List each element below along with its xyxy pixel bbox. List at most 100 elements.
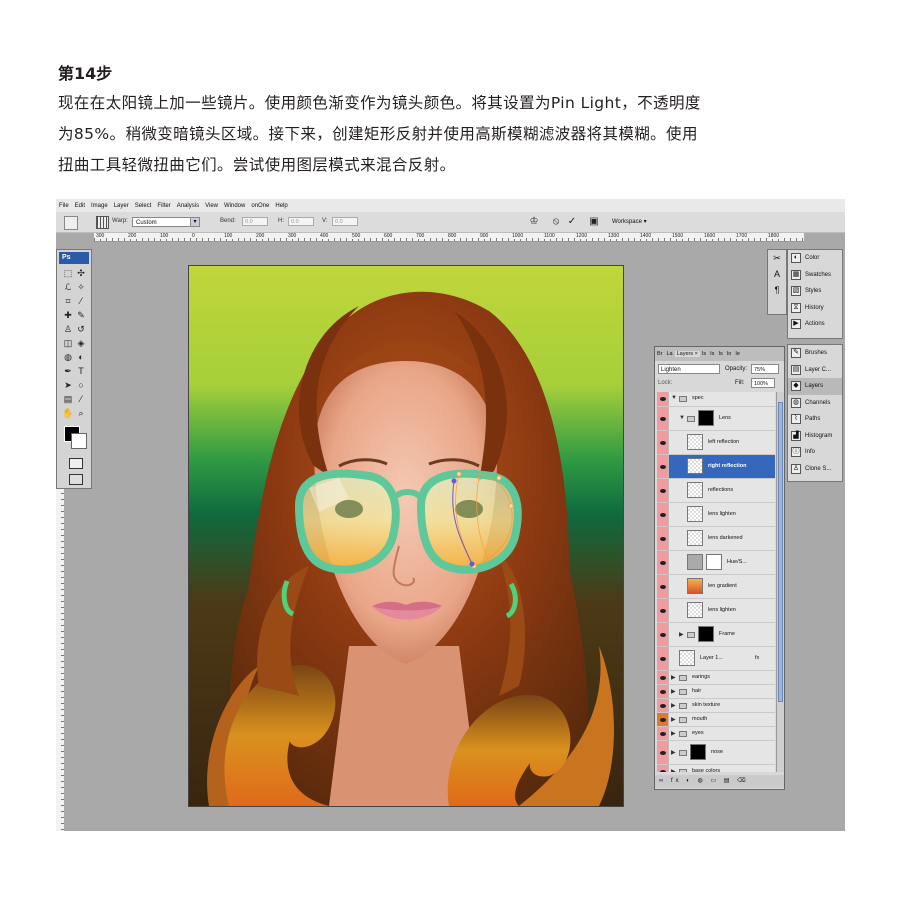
layer-mask-thumbnail[interactable] (698, 626, 714, 642)
hand-icon[interactable]: ✋ (62, 408, 74, 419)
layer-mask-thumbnail[interactable] (706, 554, 722, 570)
type-icon[interactable]: T (75, 366, 87, 377)
crop-icon[interactable]: ⌗ (62, 296, 74, 307)
eye-icon[interactable] (657, 647, 669, 670)
healing-brush-icon[interactable]: ✚ (62, 310, 74, 321)
expand-right-icon[interactable]: ▶ (671, 688, 676, 695)
rect-marquee-icon[interactable]: ⬚ (62, 268, 74, 279)
layer-row[interactable]: ▶ nose (657, 741, 775, 765)
layer-thumbnail[interactable] (687, 434, 703, 450)
eyedropper2-icon[interactable]: ⁄ (75, 394, 87, 405)
layers-scrollbar[interactable] (776, 392, 784, 772)
layer-thumbnail[interactable] (679, 650, 695, 666)
panel-brushes[interactable]: ✎ Brushes (788, 345, 842, 362)
panel-info[interactable]: ⓘ Info (788, 444, 842, 461)
eye-icon[interactable] (657, 551, 669, 574)
character-icon[interactable]: A (768, 266, 786, 282)
expand-right-icon[interactable]: ▶ (671, 768, 676, 773)
layer-thumbnail[interactable] (687, 482, 703, 498)
expand-right-icon[interactable]: ▶ (671, 674, 676, 681)
layer-row[interactable]: ▼ spec (657, 392, 775, 407)
expand-right-icon[interactable]: ▶ (671, 749, 676, 756)
background-color-swatch[interactable] (71, 433, 87, 449)
layers-panel-footer[interactable]: ∞ fx ◐ ◍ ▭ ▤ ⌫ (655, 775, 784, 788)
layer-thumbnail[interactable] (687, 578, 703, 594)
warp-style-select[interactable]: Custom (132, 217, 198, 227)
eye-icon[interactable] (657, 392, 669, 406)
layer-thumbnail[interactable] (687, 602, 703, 618)
layer-row[interactable]: reflections (657, 479, 775, 503)
layer-mask-thumbnail[interactable] (698, 410, 714, 426)
expand-down-icon[interactable]: ▼ (679, 415, 685, 421)
eye-icon[interactable] (657, 727, 669, 740)
layer-row[interactable]: Layer 1... fx (657, 647, 775, 671)
bend-field[interactable]: 0.0 (242, 217, 268, 226)
layer-row[interactable]: ▶ base colors (657, 765, 775, 772)
layer-row[interactable]: lens lighten (657, 599, 775, 623)
layer-thumbnail[interactable] (687, 506, 703, 522)
layer-mask-thumbnail[interactable] (690, 744, 706, 760)
layer-row[interactable]: ▶ mouth (657, 713, 775, 727)
bridge-icon[interactable]: ▣ (588, 216, 600, 228)
layer-row[interactable]: ▶ earings (657, 671, 775, 685)
expand-down-icon[interactable]: ▼ (671, 395, 677, 401)
panel-layer-c[interactable]: ▤ Layer C... (788, 362, 842, 379)
shape-icon[interactable]: ○ (75, 380, 87, 391)
quick-mask-icon[interactable] (69, 458, 83, 469)
layer-row[interactable]: Hue/S... (657, 551, 775, 575)
panel-styles[interactable]: ▧ Styles (788, 283, 842, 300)
eye-icon[interactable] (657, 741, 669, 764)
panel-actions[interactable]: ▶ Actions (788, 316, 842, 333)
pen-icon[interactable]: ✒ (62, 366, 74, 377)
panel-tab[interactable]: Is (700, 351, 708, 357)
panel-channels[interactable]: ◍ Channels (788, 395, 842, 412)
expand-right-icon[interactable]: ▶ (679, 631, 684, 638)
document-canvas[interactable] (188, 265, 624, 807)
panel-clone-s[interactable]: ♙ Clone S... (788, 461, 842, 478)
warp-grid-icon[interactable] (96, 216, 109, 229)
magic-wand-icon[interactable]: ✧ (75, 282, 87, 293)
eye-icon[interactable] (657, 765, 669, 772)
layer-thumbnail[interactable] (687, 554, 703, 570)
menu-item-layer[interactable]: Layer (111, 203, 132, 209)
expand-right-icon[interactable]: ▶ (671, 702, 676, 709)
panel-tab[interactable]: Br (655, 351, 665, 357)
panel-tab[interactable]: Io (725, 351, 734, 357)
menu-item-window[interactable]: Window (221, 203, 248, 209)
panel-tab[interactable]: Layers × (674, 351, 700, 357)
eye-icon[interactable] (657, 431, 669, 454)
layer-row[interactable]: ▶ eyes (657, 727, 775, 741)
expand-right-icon[interactable]: ▶ (671, 716, 676, 723)
menu-item-onone[interactable]: onOne (248, 203, 272, 209)
eye-icon[interactable] (657, 407, 669, 430)
zoom-icon[interactable]: ⌕ (75, 408, 87, 419)
puppet-warp-icon[interactable]: ♔ (528, 216, 540, 228)
h-distortion-field[interactable]: 0.0 (288, 217, 314, 226)
history-brush-icon[interactable]: ↺ (75, 324, 87, 335)
menu-item-analysis[interactable]: Analysis (174, 203, 202, 209)
panel-paths[interactable]: ⌇ Paths (788, 411, 842, 428)
expand-right-icon[interactable]: ▶ (671, 730, 676, 737)
eye-icon[interactable] (657, 671, 669, 684)
notes-icon[interactable]: ▤ (62, 394, 74, 405)
eye-icon[interactable] (657, 455, 669, 478)
menu-item-view[interactable]: View (202, 203, 221, 209)
eraser-icon[interactable]: ◫ (62, 338, 74, 349)
menu-item-select[interactable]: Select (132, 203, 155, 209)
panel-history[interactable]: ⧖ History (788, 300, 842, 317)
blend-mode-select[interactable]: Lighten (658, 364, 720, 374)
layer-row[interactable]: lens darkened (657, 527, 775, 551)
layer-row[interactable]: ▼ Lens (657, 407, 775, 431)
layer-row[interactable]: ▶ Frame (657, 623, 775, 647)
layer-row[interactable]: lens lighten (657, 503, 775, 527)
fill-field[interactable]: 100% (751, 378, 775, 388)
layer-row[interactable]: ▶ hair (657, 685, 775, 699)
scissors-icon[interactable]: ✂ (768, 250, 786, 266)
layer-thumbnail[interactable] (687, 530, 703, 546)
screen-mode-icon[interactable] (69, 474, 83, 485)
lasso-icon[interactable]: ℒ (62, 282, 74, 293)
layer-thumbnail[interactable] (687, 458, 703, 474)
fill-icon[interactable]: ◈ (75, 338, 87, 349)
layer-row[interactable]: left reflection (657, 431, 775, 455)
menu-item-edit[interactable]: Edit (72, 203, 88, 209)
